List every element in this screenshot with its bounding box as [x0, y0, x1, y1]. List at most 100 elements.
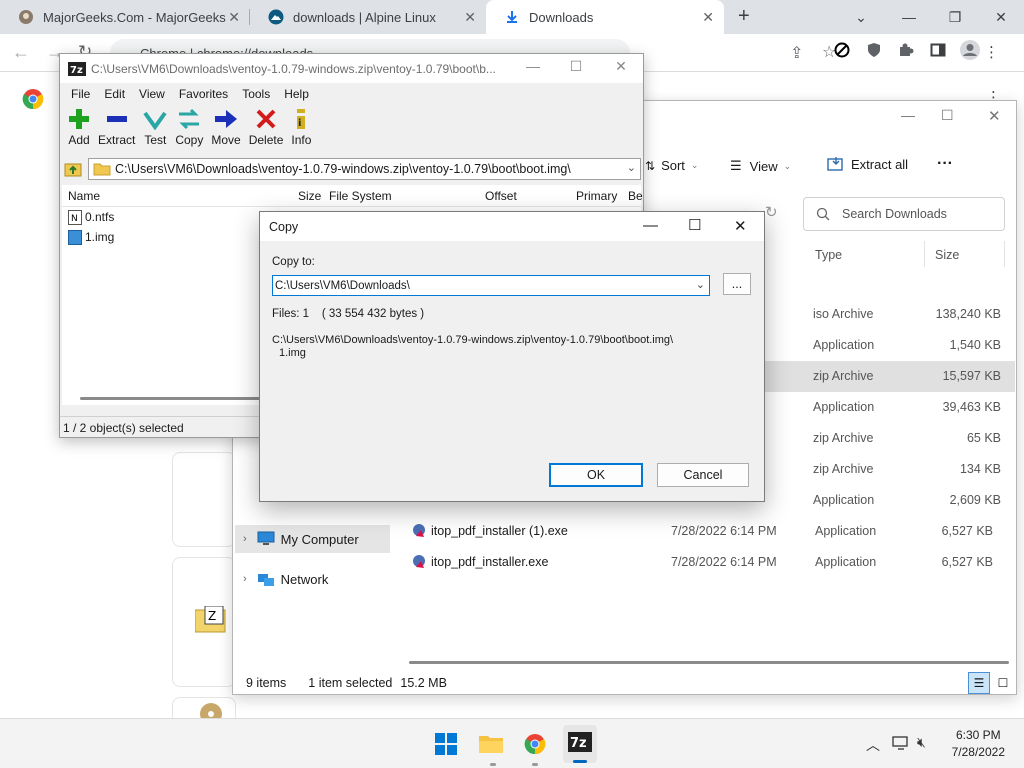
chevron-down-icon[interactable]: ⌄	[696, 278, 705, 291]
maximize-button[interactable]: ☐	[688, 216, 701, 234]
close-tab-icon[interactable]: ✕	[702, 9, 714, 26]
nav-label: My Computer	[280, 531, 359, 547]
menu-tools[interactable]: Tools	[235, 87, 277, 101]
speaker-muted-icon[interactable]: 🔇︎	[917, 734, 926, 751]
share-icon[interactable]: ⇪	[790, 43, 803, 63]
info-button[interactable]: i Info	[287, 105, 315, 155]
file-date: 7/28/2022 6:14 PM	[671, 524, 777, 538]
sort-button[interactable]: ⇅ Sort ⌄	[645, 158, 698, 173]
more-options-button[interactable]: ···	[937, 155, 953, 173]
move-button[interactable]: Move	[207, 105, 244, 155]
plus-icon	[69, 109, 89, 129]
chevron-down-icon[interactable]: ⌄	[627, 161, 636, 174]
view-button[interactable]: ☰ View ⌄	[730, 158, 791, 174]
file-row[interactable]: itop_pdf_installer.exe 7/28/2022 6:14 PM…	[408, 547, 993, 578]
close-tab-icon[interactable]: ✕	[464, 9, 476, 26]
column-file-system[interactable]: File System	[329, 189, 392, 203]
minimize-button[interactable]: —	[901, 107, 915, 123]
menu-file[interactable]: File	[64, 87, 97, 101]
tiles-view-icon[interactable]: ☐	[993, 673, 1013, 693]
delete-button[interactable]: Delete	[245, 105, 288, 155]
extensions-puzzle-icon[interactable]	[898, 42, 914, 58]
test-button[interactable]: Test	[139, 105, 171, 155]
column-header-size[interactable]: Size	[935, 248, 959, 262]
menu-favorites[interactable]: Favorites	[172, 87, 235, 101]
back-arrow-icon[interactable]: ←	[12, 42, 30, 63]
extract-all-button[interactable]: Extract all	[827, 156, 908, 172]
sort-icon: ⇅	[645, 158, 656, 173]
window-title: C:\Users\VM6\Downloads\ventoy-1.0.79-win…	[91, 61, 496, 76]
network-status-icon[interactable]	[892, 735, 910, 751]
column-be[interactable]: Be	[628, 189, 643, 203]
refresh-icon[interactable]: ↻	[765, 203, 778, 221]
minimize-button[interactable]: —	[510, 58, 556, 74]
side-panel-icon[interactable]	[930, 42, 946, 58]
copy-label: Copy	[175, 133, 204, 147]
menu-help[interactable]: Help	[277, 87, 316, 101]
status-bar: 9 items 1 item selected 15.2 MB ☰ ☐	[233, 671, 1016, 695]
close-dialog-button[interactable]: ✕	[734, 217, 747, 235]
chrome-menu-icon[interactable]: ⋮	[984, 43, 999, 61]
chrome-taskbar-icon[interactable]	[524, 733, 546, 755]
minimize-button[interactable]: —	[643, 217, 658, 234]
column-size[interactable]: Size	[298, 189, 321, 203]
menu-bar: File Edit View Favorites Tools Help	[60, 83, 643, 105]
tab-search-icon[interactable]: ⌄	[838, 0, 884, 34]
horizontal-scrollbar[interactable]	[409, 661, 1009, 664]
profile-avatar-icon[interactable]	[959, 39, 981, 61]
tab-title: MajorGeeks.Com - MajorGeeks	[43, 9, 226, 25]
maximize-button[interactable]: ☐	[553, 58, 599, 75]
tab-majorgeeks[interactable]: MajorGeeks.Com - MajorGeeks ✕	[0, 0, 250, 34]
column-name[interactable]: Name	[68, 189, 100, 203]
close-window-button[interactable]: ✕	[978, 0, 1024, 34]
file-type: Application	[813, 493, 875, 507]
destination-combobox[interactable]: C:\Users\VM6\Downloads\ ⌄	[272, 275, 710, 296]
menu-edit[interactable]: Edit	[97, 87, 132, 101]
up-folder-icon[interactable]	[64, 160, 82, 178]
chevron-down-icon: ⌄	[690, 160, 699, 170]
add-button[interactable]: Add	[64, 105, 94, 155]
copy-button[interactable]: Copy	[171, 105, 207, 155]
menu-view[interactable]: View	[132, 87, 172, 101]
file-row[interactable]: itop_pdf_installer (1).exe 7/28/2022 6:1…	[408, 516, 993, 547]
nav-item-network[interactable]: › Network	[235, 565, 390, 593]
close-tab-icon[interactable]: ✕	[228, 9, 240, 26]
view-lines-icon: ☰	[730, 158, 742, 173]
close-window-button[interactable]: ✕	[988, 107, 1001, 125]
7zip-taskbar-button[interactable]: 7z	[563, 725, 597, 763]
block-extension-icon[interactable]	[834, 42, 850, 58]
right-arrow-icon	[215, 110, 238, 128]
new-tab-button[interactable]: +	[738, 5, 750, 28]
path-text: C:\Users\VM6\Downloads\ventoy-1.0.79-win…	[115, 162, 571, 176]
windows-start-icon[interactable]	[435, 733, 457, 755]
chrome-logo-icon	[22, 88, 44, 110]
path-combobox[interactable]: C:\Users\VM6\Downloads\ventoy-1.0.79-win…	[88, 158, 641, 180]
folder-icon	[93, 163, 111, 176]
minimize-button[interactable]: —	[886, 0, 932, 34]
ublock-shield-icon[interactable]	[866, 42, 882, 58]
chevron-up-icon[interactable]: ︿	[866, 735, 880, 755]
cancel-button[interactable]: Cancel	[657, 463, 749, 487]
extract-button[interactable]: Extract	[94, 105, 139, 155]
search-box[interactable]: Search Downloads	[803, 197, 1005, 231]
details-view-icon[interactable]: ☰	[968, 672, 990, 694]
7zip-archive-icon: Z	[195, 606, 226, 633]
tab-alpine[interactable]: downloads | Alpine Linux ✕	[250, 0, 486, 34]
column-divider	[1004, 241, 1005, 267]
clock[interactable]: 6:30 PM 7/28/2022	[952, 728, 1005, 759]
tab-downloads[interactable]: Downloads ✕	[486, 0, 724, 34]
chevron-right-icon: ›	[243, 533, 247, 545]
column-header-type[interactable]: Type	[815, 248, 842, 262]
file-explorer-taskbar-icon[interactable]	[479, 732, 503, 754]
browse-button[interactable]: ...	[723, 273, 751, 295]
column-primary[interactable]: Primary	[576, 189, 617, 203]
maximize-button[interactable]: ☐	[941, 107, 954, 124]
tab-title: Downloads	[529, 9, 594, 25]
ok-button[interactable]: OK	[549, 463, 643, 487]
selection-status: 1 / 2 object(s) selected	[63, 420, 184, 435]
restore-button[interactable]: ❐	[932, 0, 978, 34]
nav-item-my-computer[interactable]: › My Computer	[235, 525, 390, 553]
close-window-button[interactable]: ✕	[598, 58, 644, 75]
column-offset[interactable]: Offset	[485, 189, 517, 203]
selected-size: 15.2 MB	[400, 676, 447, 690]
